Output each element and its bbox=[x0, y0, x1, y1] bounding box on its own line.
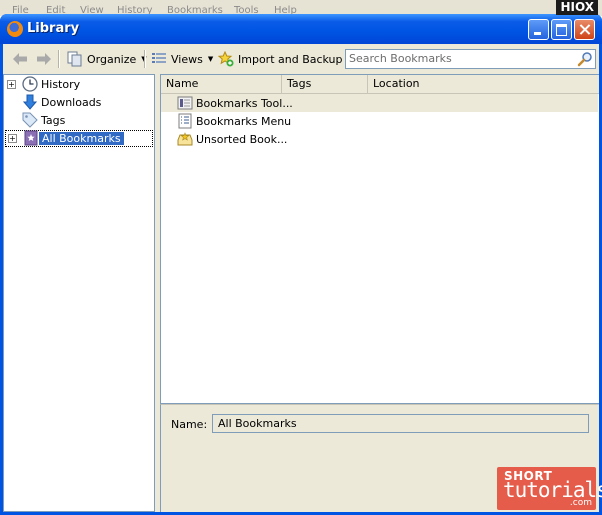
bookmarks-star-icon bbox=[23, 130, 39, 146]
sidebar-item-tags[interactable]: Tags bbox=[4, 112, 154, 129]
watermark-line3: .com bbox=[570, 498, 592, 508]
organize-label: Organize bbox=[87, 53, 136, 66]
title-bar[interactable]: Library bbox=[0, 14, 602, 44]
list-item[interactable]: Bookmarks Tool... bbox=[161, 94, 598, 112]
column-header-row: Name Tags Location bbox=[161, 75, 599, 94]
sidebar-item-label: Downloads bbox=[41, 96, 101, 109]
maximize-button[interactable] bbox=[551, 19, 572, 40]
organize-icon bbox=[67, 51, 83, 67]
forward-button[interactable] bbox=[36, 52, 52, 66]
bookmark-list: Name Tags Location Bookmarks Tool... Boo… bbox=[160, 74, 599, 404]
sidebar-item-all-bookmarks[interactable]: + All Bookmarks bbox=[5, 130, 153, 147]
toolbar: Organize ▼ Views ▼ Import and Backup ▼ bbox=[3, 44, 599, 74]
organize-button[interactable]: Organize ▼ bbox=[67, 50, 147, 68]
column-header-tags[interactable]: Tags bbox=[282, 75, 368, 93]
views-button[interactable]: Views ▼ bbox=[151, 50, 213, 68]
library-client-area: Organize ▼ Views ▼ Import and Backup ▼ bbox=[3, 44, 599, 515]
sidebar-item-history[interactable]: + History bbox=[4, 76, 154, 93]
bookmarks-menu-icon bbox=[177, 113, 193, 129]
views-label: Views bbox=[171, 53, 203, 66]
forward-arrow-icon bbox=[36, 52, 52, 66]
list-item-name: Unsorted Book... bbox=[196, 133, 287, 146]
list-item-name: Bookmarks Menu bbox=[196, 115, 291, 128]
import-backup-label: Import and Backup bbox=[238, 53, 343, 66]
column-header-location[interactable]: Location bbox=[368, 75, 599, 93]
unsorted-bookmarks-icon bbox=[177, 131, 193, 147]
tag-icon bbox=[22, 112, 38, 128]
short-tutorials-watermark: SHORT tutorials .com bbox=[497, 467, 596, 510]
hiox-logo: HIOX bbox=[556, 0, 598, 15]
bookmarks-toolbar-icon bbox=[177, 95, 193, 111]
expand-toggle[interactable]: + bbox=[8, 134, 17, 143]
search-input[interactable] bbox=[349, 51, 569, 66]
name-field-label: Name: bbox=[171, 418, 207, 431]
name-field[interactable]: All Bookmarks bbox=[212, 414, 589, 433]
search-box[interactable] bbox=[345, 49, 596, 69]
toolbar-separator bbox=[144, 50, 146, 68]
back-arrow-icon bbox=[12, 52, 28, 66]
column-header-name[interactable]: Name bbox=[161, 75, 282, 93]
library-window: Library Organize ▼ bbox=[0, 14, 602, 515]
list-item-name: Bookmarks Tool... bbox=[196, 97, 293, 110]
clock-icon bbox=[22, 76, 38, 92]
toolbar-separator bbox=[58, 50, 60, 68]
search-icon[interactable] bbox=[577, 51, 593, 67]
minimize-button[interactable] bbox=[528, 19, 549, 40]
sidebar-item-label: Tags bbox=[41, 114, 65, 127]
views-dropdown-icon: ▼ bbox=[208, 55, 213, 63]
list-item[interactable]: Unsorted Book... bbox=[161, 130, 598, 148]
views-list-icon bbox=[151, 51, 167, 67]
expand-toggle[interactable]: + bbox=[7, 80, 16, 89]
sidebar-item-label: History bbox=[41, 78, 80, 91]
sidebar-item-label: All Bookmarks bbox=[39, 132, 124, 145]
name-field-value: All Bookmarks bbox=[218, 417, 297, 430]
sidebar-item-downloads[interactable]: Downloads bbox=[4, 94, 154, 111]
star-plus-icon bbox=[218, 51, 234, 67]
download-arrow-icon bbox=[22, 94, 38, 110]
close-button[interactable] bbox=[574, 19, 595, 40]
back-button[interactable] bbox=[12, 52, 28, 66]
content-pane: Name Tags Location Bookmarks Tool... Boo… bbox=[160, 74, 599, 512]
import-backup-button[interactable]: Import and Backup ▼ bbox=[218, 50, 353, 68]
sidebar-tree: + History Downloads Tags + All Bookmarks bbox=[3, 74, 155, 512]
list-item[interactable]: Bookmarks Menu bbox=[161, 112, 598, 130]
firefox-icon bbox=[7, 21, 23, 37]
window-title: Library bbox=[27, 21, 79, 36]
